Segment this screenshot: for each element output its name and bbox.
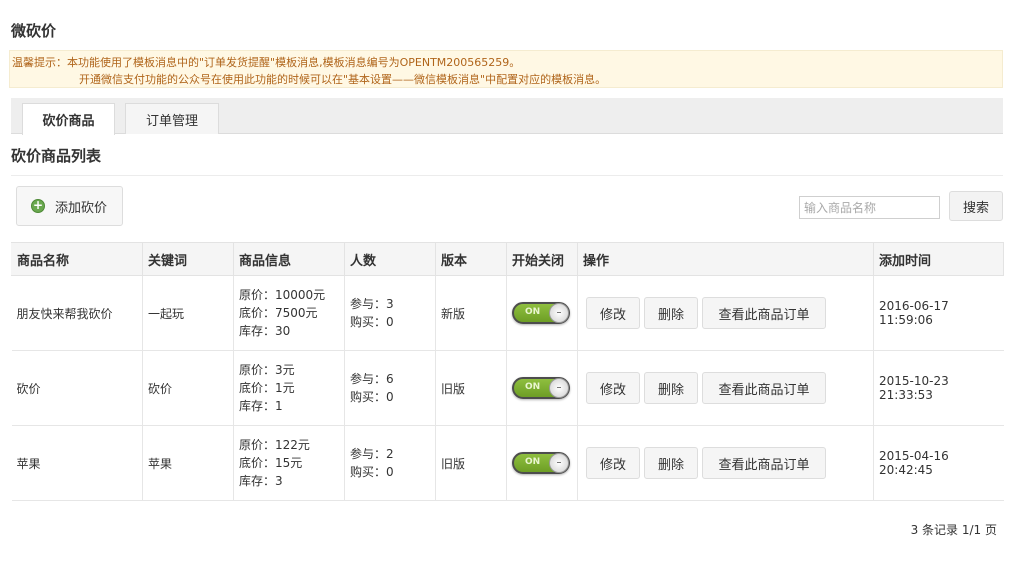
- view-orders-button[interactable]: 查看此商品订单: [702, 372, 826, 404]
- floor-price: 底价：15元: [239, 456, 303, 470]
- actions-cell: 修改 删除 查看此商品订单: [577, 425, 874, 501]
- pagination-info: 3 条记录 1/1 页: [910, 523, 997, 537]
- added-time: 2016-06-17 11:59:06: [873, 275, 1004, 351]
- toggle-state-label: ON: [525, 457, 541, 467]
- toggle-knob: [549, 303, 569, 323]
- on-off-toggle[interactable]: ON: [512, 377, 570, 399]
- header-goods-info: 商品信息: [233, 242, 345, 276]
- tab-order-management[interactable]: 订单管理: [125, 103, 219, 134]
- header-people: 人数: [344, 242, 436, 276]
- table-row: 砍价 砍价 原价：3元 底价：1元 库存：1 参与：6 购买：0 旧版 ON 修…: [11, 350, 1004, 426]
- added-time: 2015-10-23 21:33:53: [873, 350, 1004, 426]
- original-price: 原价：10000元: [239, 288, 326, 302]
- toggle-knob: [549, 453, 569, 473]
- tip-box: 温馨提示：本功能使用了模板消息中的"订单发货提醒"模板消息,模板消息编号为OPE…: [9, 50, 1003, 88]
- section-divider: [11, 175, 1003, 176]
- actions-cell: 修改 删除 查看此商品订单: [577, 275, 874, 351]
- toggle-state-label: ON: [525, 382, 541, 392]
- tab-bar: 砍价商品 订单管理: [11, 98, 1003, 135]
- add-bargain-label: 添加砍价: [55, 200, 108, 216]
- participants: 参与：2: [350, 447, 394, 461]
- add-bargain-button[interactable]: + 添加砍价: [16, 186, 123, 226]
- goods-table: 商品名称 关键词 商品信息 人数 版本 开始关闭 操作 添加时间 朋友快来帮我砍…: [11, 242, 1004, 501]
- goods-keyword: 一起玩: [142, 275, 234, 351]
- tip-line-2: 开通微信支付功能的公众号在使用此功能的时候可以在"基本设置——微信模板消息"中配…: [79, 73, 607, 86]
- participants: 参与：3: [350, 297, 394, 311]
- toggle-cell: ON: [506, 350, 578, 426]
- goods-name: 朋友快来帮我砍价: [11, 275, 143, 351]
- goods-info: 原价：122元 底价：15元 库存：3: [233, 425, 345, 501]
- header-version: 版本: [435, 242, 507, 276]
- toggle-knob: [549, 378, 569, 398]
- goods-info: 原价：10000元 底价：7500元 库存：30: [233, 275, 345, 351]
- toggle-state-label: ON: [525, 307, 541, 317]
- delete-button[interactable]: 删除: [644, 372, 698, 404]
- version-label: 旧版: [435, 350, 507, 426]
- goods-keyword: 砍价: [142, 350, 234, 426]
- actions-cell: 修改 删除 查看此商品订单: [577, 350, 874, 426]
- tip-line-1: 温馨提示：本功能使用了模板消息中的"订单发货提醒"模板消息,模板消息编号为OPE…: [12, 56, 521, 69]
- floor-price: 底价：1元: [239, 381, 295, 395]
- people-count: 参与：3 购买：0: [344, 275, 436, 351]
- added-time: 2015-04-16 20:42:45: [873, 425, 1004, 501]
- purchases: 购买：0: [350, 390, 394, 404]
- section-title: 砍价商品列表: [11, 147, 102, 165]
- header-toggle: 开始关闭: [506, 242, 578, 276]
- goods-name: 砍价: [11, 350, 143, 426]
- header-added-time: 添加时间: [873, 242, 1004, 276]
- on-off-toggle[interactable]: ON: [512, 302, 570, 324]
- on-off-toggle[interactable]: ON: [512, 452, 570, 474]
- goods-info: 原价：3元 底价：1元 库存：1: [233, 350, 345, 426]
- toggle-cell: ON: [506, 425, 578, 501]
- header-actions: 操作: [577, 242, 874, 276]
- view-orders-button[interactable]: 查看此商品订单: [702, 297, 826, 329]
- people-count: 参与：2 购买：0: [344, 425, 436, 501]
- edit-button[interactable]: 修改: [586, 297, 640, 329]
- stock: 库存：1: [239, 399, 283, 413]
- goods-name: 苹果: [11, 425, 143, 501]
- delete-button[interactable]: 删除: [644, 447, 698, 479]
- header-keyword: 关键词: [142, 242, 234, 276]
- table-row: 苹果 苹果 原价：122元 底价：15元 库存：3 参与：2 购买：0 旧版 O…: [11, 425, 1004, 501]
- stock: 库存：30: [239, 324, 291, 338]
- table-header-row: 商品名称 关键词 商品信息 人数 版本 开始关闭 操作 添加时间: [11, 242, 1004, 276]
- participants: 参与：6: [350, 372, 394, 386]
- view-orders-button[interactable]: 查看此商品订单: [702, 447, 826, 479]
- original-price: 原价：3元: [239, 363, 295, 377]
- purchases: 购买：0: [350, 315, 394, 329]
- tab-bargain-goods[interactable]: 砍价商品: [22, 103, 115, 135]
- version-label: 旧版: [435, 425, 507, 501]
- table-row: 朋友快来帮我砍价 一起玩 原价：10000元 底价：7500元 库存：30 参与…: [11, 275, 1004, 351]
- header-goods-name: 商品名称: [11, 242, 143, 276]
- people-count: 参与：6 购买：0: [344, 350, 436, 426]
- page-title: 微砍价: [11, 22, 57, 40]
- purchases: 购买：0: [350, 465, 394, 479]
- floor-price: 底价：7500元: [239, 306, 318, 320]
- version-label: 新版: [435, 275, 507, 351]
- edit-button[interactable]: 修改: [586, 372, 640, 404]
- original-price: 原价：122元: [239, 438, 310, 452]
- search-button[interactable]: 搜索: [949, 191, 1003, 221]
- goods-keyword: 苹果: [142, 425, 234, 501]
- edit-button[interactable]: 修改: [586, 447, 640, 479]
- delete-button[interactable]: 删除: [644, 297, 698, 329]
- stock: 库存：3: [239, 474, 283, 488]
- plus-circle-icon: +: [31, 198, 45, 213]
- toggle-cell: ON: [506, 275, 578, 351]
- search-input[interactable]: [799, 196, 940, 219]
